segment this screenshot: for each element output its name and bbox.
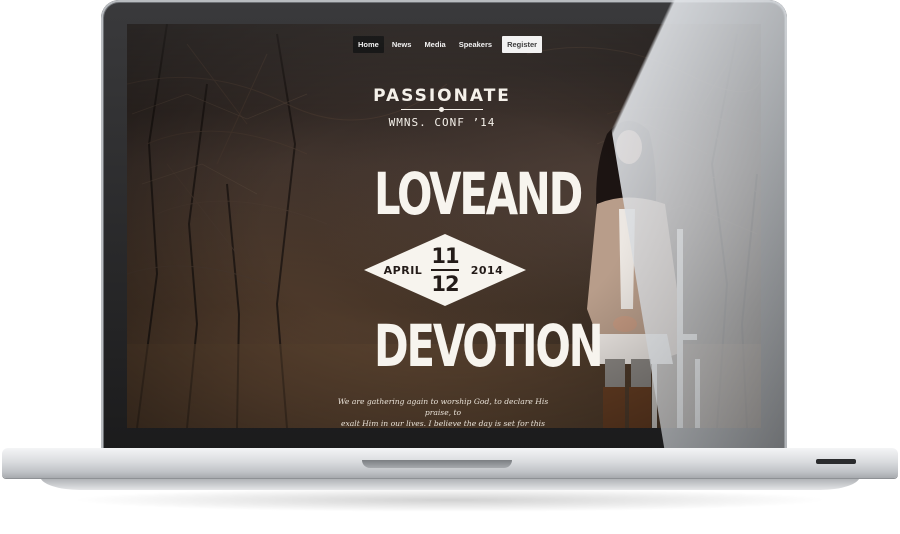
nav-item-news[interactable]: News	[387, 36, 417, 53]
date-year: 2014	[470, 263, 504, 277]
headline-line-2: DEVOTION	[374, 312, 604, 380]
laptop-mockup: Home News Media Speakers Register PASSIO…	[0, 0, 900, 534]
date-day-start: 11	[431, 244, 459, 268]
laptop-shadow	[70, 488, 830, 512]
laptop-screen: Home News Media Speakers Register PASSIO…	[127, 24, 761, 428]
hero-headline: LOVEAND APRIL 11 12 2014 DEVOTION	[346, 160, 604, 380]
hero-blurb: We are gathering again to worship God, t…	[327, 396, 559, 428]
trackpad-notch	[362, 460, 512, 468]
date-divider	[431, 269, 459, 271]
nav-item-home[interactable]: Home	[353, 36, 384, 53]
brand-subtitle: WMNS. CONF ’14	[388, 116, 496, 129]
sleep-indicator-icon	[816, 459, 856, 464]
blurb-line-2: exalt Him in our lives. I believe the da…	[340, 419, 546, 428]
laptop-base-bottom	[40, 476, 860, 490]
blurb-line-1: We are gathering again to worship God, t…	[337, 397, 549, 417]
date-day-end: 12	[431, 272, 459, 296]
nav-item-speakers[interactable]: Speakers	[454, 36, 497, 53]
date-days: 11 12	[431, 244, 460, 296]
headline-line-1: LOVEAND	[374, 160, 583, 228]
nav-item-media[interactable]: Media	[419, 36, 450, 53]
register-button[interactable]: Register	[502, 36, 543, 53]
brand-name: PASSIONATE	[373, 86, 511, 106]
brand-divider	[401, 107, 483, 112]
brand-logo: PASSIONATE WMNS. CONF ’14	[367, 86, 517, 129]
event-date: APRIL 11 12 2014	[360, 230, 530, 310]
main-nav: Home News Media Speakers Register	[353, 36, 543, 53]
divider-dot-icon	[439, 107, 444, 112]
date-month: APRIL	[383, 263, 423, 277]
